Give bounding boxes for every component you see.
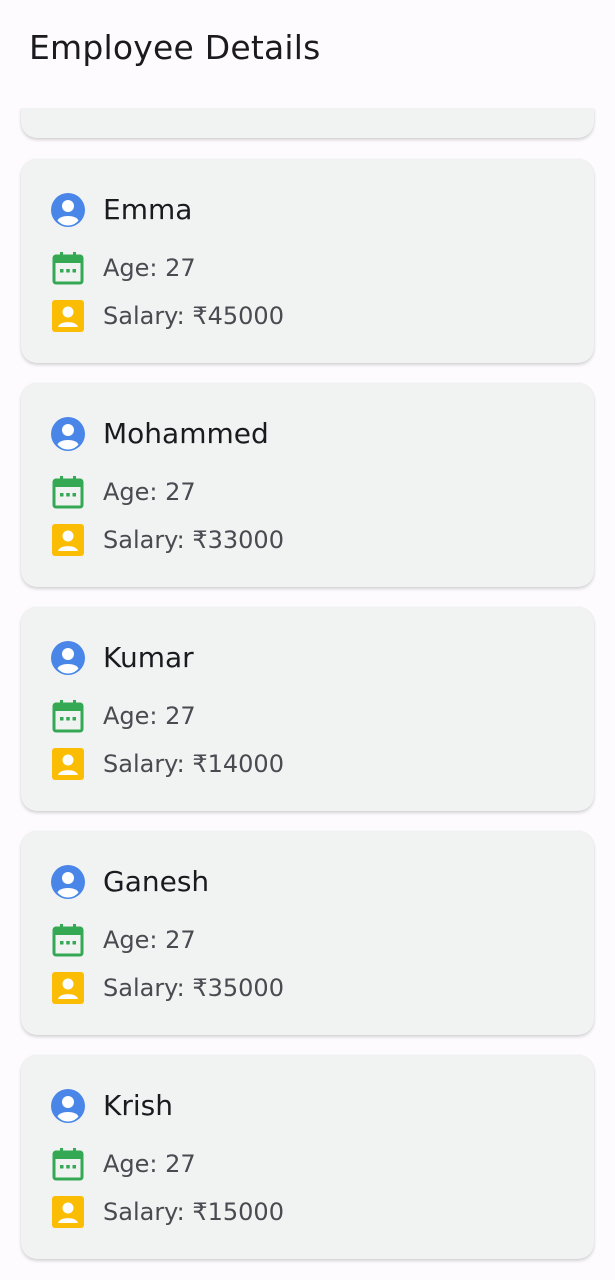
employee-name: Kumar <box>103 641 194 674</box>
age-row: Age: 27 <box>51 475 196 509</box>
employee-salary: Salary: ₹35000 <box>103 974 284 1002</box>
age-row: Age: 27 <box>51 251 196 285</box>
account-circle-icon <box>51 193 85 227</box>
name-row: Emma <box>51 193 192 227</box>
employee-card[interactable]: Ganesh Age: 27 Salary: ₹35000 <box>21 831 594 1035</box>
employee-age: Age: 27 <box>103 1150 196 1178</box>
employee-age: Age: 27 <box>103 926 196 954</box>
calendar-icon <box>51 475 85 509</box>
screen: Employee Details Emma Age: 27 Salary: ₹4… <box>0 0 615 1280</box>
calendar-icon <box>51 251 85 285</box>
page-title: Employee Details <box>29 28 321 67</box>
employee-list[interactable]: Emma Age: 27 Salary: ₹45000 Mohammed Age… <box>0 108 615 1280</box>
employee-name: Ganesh <box>103 865 210 898</box>
age-row: Age: 27 <box>51 699 196 733</box>
badge-icon <box>51 1195 85 1229</box>
employee-card[interactable]: Kumar Age: 27 Salary: ₹14000 <box>21 607 594 811</box>
badge-icon <box>51 747 85 781</box>
account-circle-icon <box>51 865 85 899</box>
employee-card-partial[interactable] <box>21 108 594 138</box>
salary-row: Salary: ₹14000 <box>51 747 284 781</box>
employee-salary: Salary: ₹15000 <box>103 1198 284 1226</box>
age-row: Age: 27 <box>51 1147 196 1181</box>
employee-age: Age: 27 <box>103 254 196 282</box>
badge-icon <box>51 299 85 333</box>
employee-name: Emma <box>103 193 193 226</box>
salary-row: Salary: ₹15000 <box>51 1195 284 1229</box>
age-row: Age: 27 <box>51 923 196 957</box>
name-row: Kumar <box>51 641 194 675</box>
salary-row: Salary: ₹33000 <box>51 523 284 557</box>
account-circle-icon <box>51 417 85 451</box>
employee-salary: Salary: ₹14000 <box>103 750 284 778</box>
name-row: Mohammed <box>51 417 269 451</box>
salary-row: Salary: ₹45000 <box>51 299 284 333</box>
employee-salary: Salary: ₹33000 <box>103 526 284 554</box>
employee-name: Krish <box>103 1089 173 1122</box>
account-circle-icon <box>51 1089 85 1123</box>
name-row: Ganesh <box>51 865 209 899</box>
employee-card[interactable]: Mohammed Age: 27 Salary: ₹33000 <box>21 383 594 587</box>
salary-row: Salary: ₹35000 <box>51 971 284 1005</box>
employee-name: Mohammed <box>103 417 269 450</box>
name-row: Krish <box>51 1089 173 1123</box>
employee-age: Age: 27 <box>103 702 196 730</box>
account-circle-icon <box>51 641 85 675</box>
calendar-icon <box>51 699 85 733</box>
employee-age: Age: 27 <box>103 478 196 506</box>
badge-icon <box>51 971 85 1005</box>
calendar-icon <box>51 1147 85 1181</box>
employee-card[interactable]: Emma Age: 27 Salary: ₹45000 <box>21 159 594 363</box>
app-bar: Employee Details <box>0 0 615 108</box>
calendar-icon <box>51 923 85 957</box>
employee-salary: Salary: ₹45000 <box>103 302 284 330</box>
badge-icon <box>51 523 85 557</box>
employee-card[interactable]: Krish Age: 27 Salary: ₹15000 <box>21 1055 594 1259</box>
